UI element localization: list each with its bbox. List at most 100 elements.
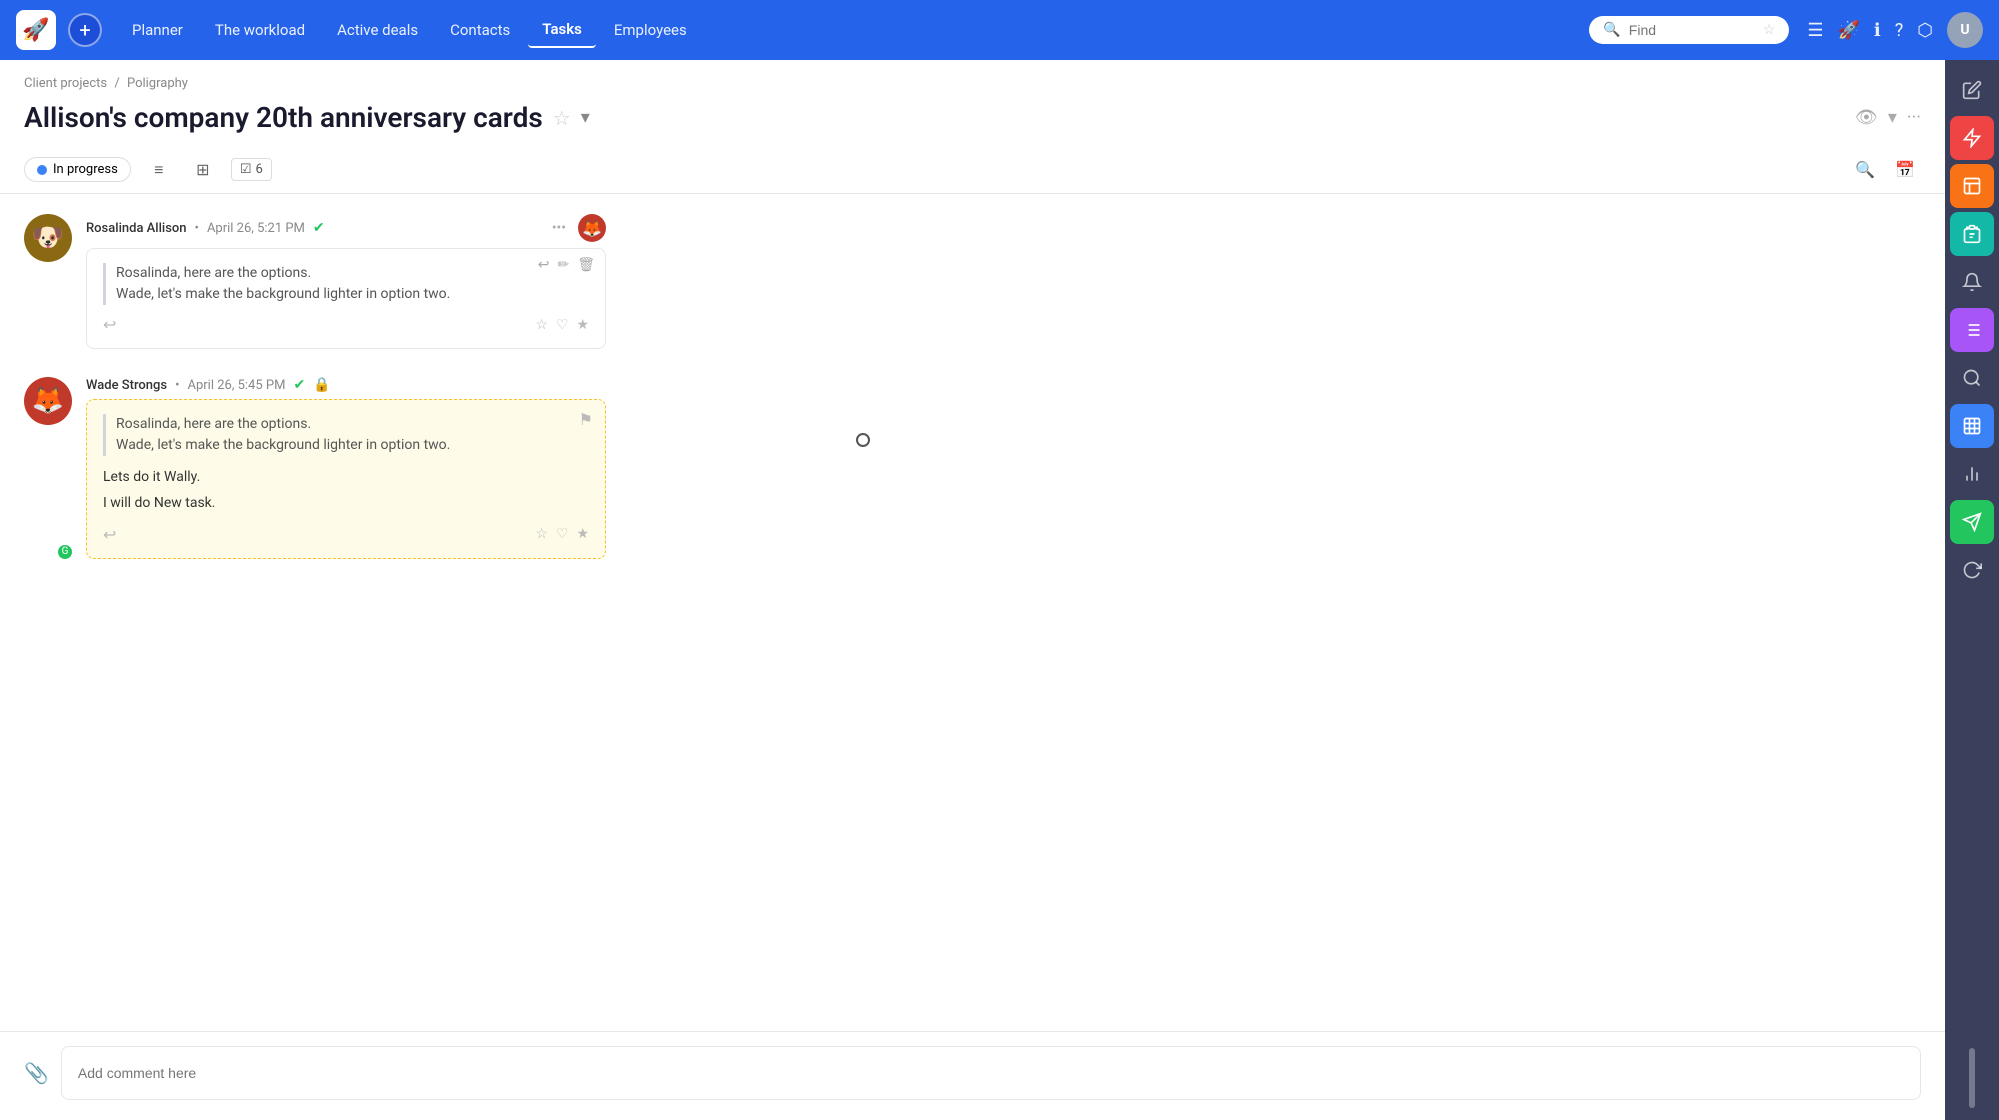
sidebar-search-icon[interactable]	[1950, 356, 1994, 400]
breadcrumb-area: Client projects / Poligraphy	[0, 60, 1945, 97]
comment-quote-reply: Rosalinda, here are the options. Wade, l…	[103, 414, 589, 456]
delete-icon[interactable]: 🗑	[577, 257, 595, 273]
pin-reaction-icon[interactable]: ☆	[535, 317, 548, 333]
footer-reply-icon[interactable]: ↩	[103, 315, 116, 334]
layers-icon[interactable]: ⬡	[1917, 20, 1933, 41]
comment-timestamp: April 26, 5:45 PM	[187, 378, 285, 393]
status-right-icons: 🔍 📅	[1849, 154, 1921, 186]
comment-dot: •	[195, 221, 199, 236]
comment-quote: Rosalinda, here are the options. Wade, l…	[103, 263, 589, 305]
comment-footer: ↩ ☆ ♡ ★	[103, 525, 589, 544]
pin-reaction-icon[interactable]: ☆	[535, 526, 548, 542]
grid-view-icon[interactable]: ⊞	[187, 154, 219, 186]
tasks-check-icon: ☑	[240, 162, 252, 177]
comment-input-area: 📎	[0, 1031, 1945, 1120]
comments-section: 🐶 Rosalinda Allison • April 26, 5:21 PM …	[0, 194, 1945, 1031]
flag-icon[interactable]: ⚑	[579, 410, 593, 429]
heart-reaction-icon[interactable]: ♡	[556, 317, 569, 333]
search-bar[interactable]: 🔍 ☆	[1589, 16, 1789, 44]
star-reaction-icon[interactable]: ★	[576, 317, 589, 333]
comment-text-line1: Lets do it Wally.	[103, 466, 589, 488]
comment-text: Lets do it Wally. I will do New task.	[103, 466, 589, 515]
comment-card-reply: ⚑ Rosalinda, here are the options. Wade,…	[86, 399, 606, 559]
nav-item-employees[interactable]: Employees	[600, 13, 701, 47]
comment-actions-top: •••	[552, 220, 566, 236]
sidebar-table-icon[interactable]	[1950, 404, 1994, 448]
help-icon[interactable]: ?	[1895, 20, 1904, 41]
top-navigation: 🚀 + Planner The workload Active deals Co…	[0, 0, 1999, 60]
avatar: 🦊	[24, 377, 72, 425]
status-badge[interactable]: In progress	[24, 157, 131, 182]
app-logo: 🚀	[16, 10, 56, 50]
comment-body: Rosalinda Allison • April 26, 5:21 PM ✔ …	[86, 214, 606, 349]
nav-icon-group: ☰ 🚀 ℹ ? ⬡ U	[1807, 12, 1983, 48]
user-avatar[interactable]: U	[1947, 12, 1983, 48]
comment-reactions: ☆ ♡ ★	[535, 317, 589, 333]
nav-item-workload[interactable]: The workload	[201, 13, 319, 47]
nav-item-planner[interactable]: Planner	[118, 13, 197, 47]
nav-item-contacts[interactable]: Contacts	[436, 13, 524, 47]
comment-text-line2: I will do New task.	[103, 492, 589, 514]
lock-icon: 🔒	[313, 377, 330, 393]
avatar: 🐶	[24, 214, 72, 262]
comment-reactions: ☆ ♡ ★	[535, 526, 589, 542]
breadcrumb-child[interactable]: Poligraphy	[127, 76, 188, 91]
comment-meta: Rosalinda Allison • April 26, 5:21 PM ✔ …	[86, 214, 606, 242]
sidebar-alert-icon[interactable]	[1950, 116, 1994, 160]
sidebar-sync-icon[interactable]	[1950, 548, 1994, 592]
title-actions: 👁 ▾ ···	[1855, 107, 1921, 128]
footer-reply-icon[interactable]: ↩	[103, 525, 116, 544]
avatar-badge: G	[56, 543, 74, 561]
comment-verified-icon: ✔	[313, 220, 325, 236]
status-dot	[37, 165, 47, 175]
reply-icon[interactable]: ↩	[538, 257, 550, 273]
quote-line2: Wade, let's make the background lighter …	[116, 284, 589, 305]
comment-item: 🦊 G Wade Strongs • April 26, 5:45 PM ✔ 🔒…	[24, 377, 1921, 559]
rocket-icon[interactable]: 🚀	[1838, 20, 1860, 41]
comment-item: 🐶 Rosalinda Allison • April 26, 5:21 PM …	[24, 214, 1921, 349]
sidebar-bar-chart-icon[interactable]	[1950, 452, 1994, 496]
verified-icon: ✔	[293, 377, 305, 393]
comment-footer: ↩ ☆ ♡ ★	[103, 315, 589, 334]
title-dropdown-icon[interactable]: ▾	[581, 107, 590, 128]
info-icon[interactable]: ℹ	[1874, 20, 1881, 41]
edit-icon[interactable]: ✏	[557, 257, 569, 273]
status-search-icon[interactable]: 🔍	[1849, 154, 1881, 186]
sidebar-bell-icon[interactable]	[1950, 260, 1994, 304]
comment-author: Wade Strongs	[86, 378, 167, 393]
sidebar-send-icon[interactable]	[1950, 500, 1994, 544]
status-bar: In progress ≡ ⊞ ☑ 6 🔍 📅	[0, 146, 1945, 194]
add-button[interactable]: +	[68, 13, 102, 47]
content-area: Client projects / Poligraphy Allison's c…	[0, 60, 1945, 1120]
comment-author: Rosalinda Allison	[86, 221, 187, 236]
more-options-icon[interactable]: •••	[552, 220, 566, 236]
reply-quote-line1: Rosalinda, here are the options.	[116, 414, 589, 435]
menu-icon[interactable]: ☰	[1807, 20, 1823, 41]
status-label: In progress	[53, 162, 118, 177]
heart-reaction-icon[interactable]: ♡	[556, 526, 569, 542]
star-reaction-icon[interactable]: ★	[576, 526, 589, 542]
sidebar-clipboard-icon[interactable]	[1950, 212, 1994, 256]
comment-meta: Wade Strongs • April 26, 5:45 PM ✔ 🔒	[86, 377, 606, 393]
quote-line1: Rosalinda, here are the options.	[116, 263, 589, 284]
view-dropdown-icon[interactable]: ▾	[1888, 107, 1897, 128]
breadcrumb-parent[interactable]: Client projects	[24, 76, 107, 91]
sidebar-list-icon[interactable]	[1950, 308, 1994, 352]
search-input[interactable]	[1629, 22, 1755, 38]
nav-item-deals[interactable]: Active deals	[323, 13, 432, 47]
nav-item-tasks[interactable]: Tasks	[528, 12, 596, 48]
avatar-wrapper: 🦊 G	[24, 377, 72, 559]
sidebar-edit-icon[interactable]	[1950, 68, 1994, 112]
comment-input[interactable]	[61, 1046, 1921, 1100]
reply-user-avatar: 🦊	[578, 214, 606, 242]
search-icon: 🔍	[1603, 22, 1620, 38]
view-icon[interactable]: 👁	[1855, 107, 1878, 128]
list-view-icon[interactable]: ≡	[143, 154, 175, 186]
sidebar-chart-icon[interactable]	[1950, 164, 1994, 208]
tasks-count-button[interactable]: ☑ 6	[231, 158, 272, 181]
favorite-star-icon[interactable]: ☆	[553, 106, 571, 130]
attach-icon[interactable]: 📎	[24, 1061, 49, 1085]
main-layout: Client projects / Poligraphy Allison's c…	[0, 60, 1999, 1120]
status-calendar-icon[interactable]: 📅	[1889, 154, 1921, 186]
more-actions-icon[interactable]: ···	[1907, 107, 1921, 128]
